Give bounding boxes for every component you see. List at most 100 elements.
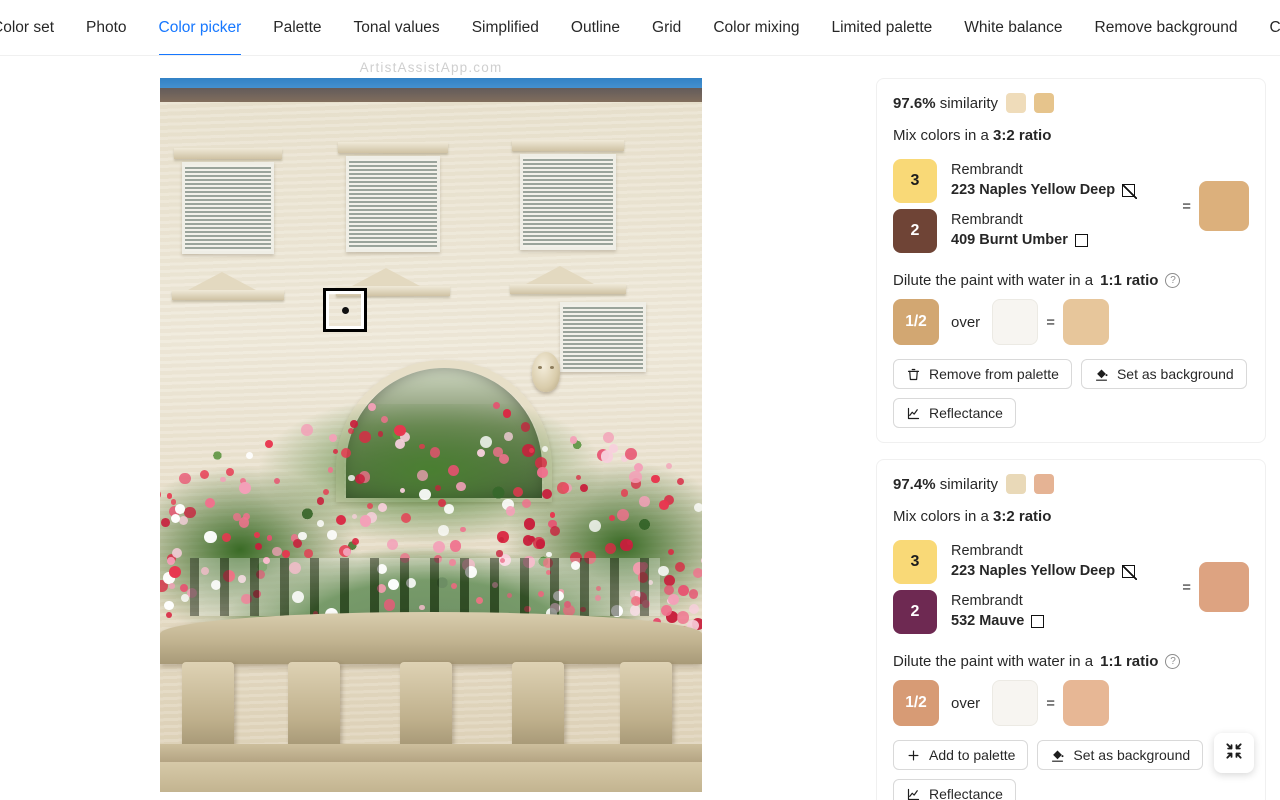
blossom — [394, 439, 405, 450]
reflectance-button[interactable]: Reflectance — [893, 398, 1016, 428]
blossom — [520, 422, 531, 432]
blossom — [502, 409, 512, 418]
blossom — [317, 520, 324, 527]
remove-from-palette-button[interactable]: Remove from palette — [893, 359, 1072, 389]
button-label: Remove from palette — [929, 366, 1059, 382]
blossom — [476, 448, 485, 457]
similarity-label: similarity — [939, 94, 999, 112]
blossom — [499, 454, 509, 465]
set-as-background-button[interactable]: Set as background — [1080, 359, 1247, 389]
blossom — [535, 539, 546, 549]
blossom — [178, 515, 188, 525]
blossom — [377, 502, 387, 512]
mix-prefix: Mix colors in a — [893, 508, 989, 525]
window — [346, 156, 440, 252]
reference-photo[interactable] — [160, 78, 702, 792]
set-as-background-button[interactable]: Set as background — [1037, 740, 1204, 770]
blossom — [609, 444, 618, 453]
paint-info: Rembrandt 223 Naples Yellow Deep — [951, 537, 1174, 587]
blossom — [456, 481, 466, 492]
blossom — [400, 512, 412, 523]
blossom — [444, 504, 454, 514]
blossom — [350, 420, 359, 428]
blossom — [460, 526, 466, 533]
button-label: Reflectance — [929, 405, 1003, 421]
tab-co[interactable]: Co — [1254, 0, 1280, 55]
blossom — [166, 492, 173, 499]
dilute-ratio: 1:1 ratio — [1100, 272, 1159, 289]
reflectance-button[interactable]: Reflectance — [893, 779, 1016, 800]
exit-fullscreen-button[interactable] — [1214, 733, 1254, 773]
tab-color-picker[interactable]: Color picker — [143, 0, 258, 55]
semi-transparent-icon — [1122, 565, 1138, 581]
tab-palette[interactable]: Palette — [257, 0, 337, 55]
similarity-chip — [1006, 474, 1027, 494]
blossom — [549, 512, 556, 518]
paint-parts-swatch: 3 — [893, 159, 937, 203]
equals-sign: = — [1182, 578, 1191, 596]
paint-name: 223 Naples Yellow Deep — [951, 563, 1116, 579]
blossom — [496, 550, 503, 557]
similarity-chip — [1034, 93, 1055, 113]
tab-tonal-values[interactable]: Tonal values — [338, 0, 456, 55]
base-molding — [160, 744, 702, 762]
blossom — [449, 540, 462, 552]
dilute-result-swatch — [1062, 680, 1109, 726]
tab-white-balance[interactable]: White balance — [948, 0, 1078, 55]
blossom — [625, 448, 638, 460]
help-icon[interactable]: ? — [1165, 654, 1181, 669]
blossom — [170, 499, 177, 505]
tab-color-set[interactable]: Color set — [0, 0, 70, 55]
dilute-prefix: Dilute the paint with water in a — [893, 272, 1094, 289]
paint-info: Rembrandt 409 Burnt Umber — [951, 206, 1174, 256]
color-suggestion-card: 97.6% similarity Mix colors in a 3:2 rati… — [876, 78, 1266, 443]
blossom — [181, 593, 189, 602]
balcony-ledge — [160, 612, 702, 664]
blossom — [556, 482, 569, 495]
paint-brand: Rembrandt — [951, 212, 1023, 229]
tab-outline[interactable]: Outline — [555, 0, 636, 55]
tab-remove-background[interactable]: Remove background — [1079, 0, 1254, 55]
blossom — [394, 424, 406, 437]
paint-brand: Rembrandt — [951, 593, 1023, 610]
blossom — [342, 547, 351, 556]
blossom — [245, 451, 253, 459]
blossom — [359, 431, 371, 443]
similarity-value: 97.6% — [893, 94, 936, 112]
blossom — [604, 543, 616, 554]
background-swatch — [992, 680, 1039, 726]
mix-result-swatch — [1199, 181, 1249, 231]
similarity-chip — [1006, 93, 1027, 113]
names-column: Rembrandt 223 Naples Yellow Deep Rembrandt… — [937, 537, 1174, 637]
help-icon[interactable]: ? — [1165, 273, 1181, 288]
tab-color-mixing[interactable]: Color mixing — [697, 0, 815, 55]
lower-wall — [160, 762, 702, 792]
photo-pane — [0, 78, 862, 800]
blossom — [419, 488, 431, 501]
add-to-palette-button[interactable]: Add to palette — [893, 740, 1029, 770]
blossom — [693, 503, 702, 513]
tab-limited-palette[interactable]: Limited palette — [815, 0, 948, 55]
blossom — [205, 497, 216, 508]
tab-grid[interactable]: Grid — [636, 0, 697, 55]
tab-photo[interactable]: Photo — [70, 0, 143, 55]
balcony-railing — [190, 558, 660, 616]
dilution-row: 1/2 over = — [893, 680, 1249, 726]
blossom — [528, 535, 535, 542]
blossom — [333, 448, 339, 454]
color-picker-cursor[interactable] — [323, 288, 367, 332]
mix-result-swatch — [1199, 562, 1249, 612]
mix-ratio: 3:2 ratio — [993, 508, 1052, 525]
similarity-text: 97.4% similarity — [893, 476, 998, 493]
similarity-value: 97.4% — [893, 475, 936, 493]
tab-simplified[interactable]: Simplified — [456, 0, 555, 55]
mix-instruction: Mix colors in a 3:2 ratio — [893, 508, 1249, 525]
opaque-icon — [1074, 234, 1088, 248]
paint-brand: Rembrandt — [951, 162, 1023, 179]
background-swatch — [992, 299, 1039, 345]
blossom — [327, 530, 337, 540]
paint-parts-swatch: 2 — [893, 209, 937, 253]
mix-prefix: Mix colors in a — [893, 127, 989, 144]
blossom — [359, 515, 371, 527]
app-root: Color setPhotoColor pickerPaletteTonal v… — [0, 0, 1280, 800]
